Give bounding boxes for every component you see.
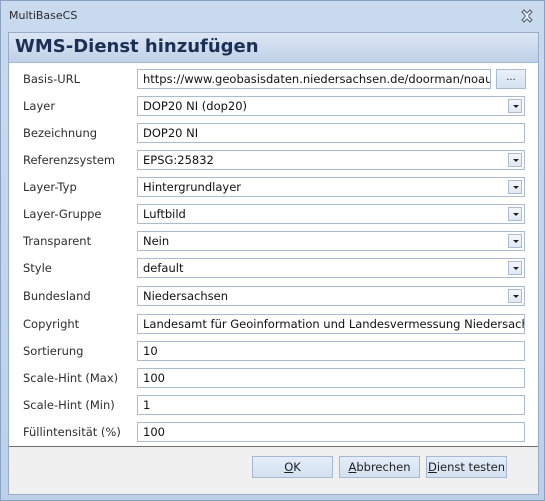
scale-max-label: Scale-Hint (Max) — [23, 371, 119, 385]
test-service-button[interactable]: Dienst testen — [426, 456, 507, 478]
transparent-value: Nein — [143, 234, 170, 248]
sortierung-input[interactable]: 10 — [137, 341, 525, 361]
row-sortierung: Sortierung 10 — [9, 341, 538, 363]
close-icon — [521, 9, 533, 23]
layer-gruppe-combo[interactable]: Luftbild — [137, 204, 525, 224]
fuellintensitaet-input[interactable]: 100 — [137, 422, 525, 442]
test-mnemonic: D — [427, 460, 437, 474]
row-scale-min: Scale-Hint (Min) 1 — [9, 395, 538, 417]
layer-typ-value: Hintergrundlayer — [143, 180, 241, 194]
referenzsystem-combo[interactable]: EPSG:25832 — [137, 150, 525, 170]
scale-min-label: Scale-Hint (Min) — [23, 398, 115, 412]
browse-url-button[interactable]: ... — [496, 69, 526, 89]
row-transparent: Transparent Nein — [9, 231, 538, 253]
row-fuellintensitaet: Füllintensität (%) 100 — [9, 422, 538, 444]
ok-mnemonic: O — [284, 460, 294, 474]
basis-url-label: Basis-URL — [23, 72, 81, 86]
cancel-label: bbrechen — [356, 460, 411, 474]
scale-min-input[interactable]: 1 — [137, 395, 525, 415]
layer-typ-combo[interactable]: Hintergrundlayer — [137, 177, 525, 197]
copyright-input[interactable]: Landesamt für Geoinformation und Landesv… — [137, 314, 525, 334]
referenzsystem-value: EPSG:25832 — [143, 153, 214, 167]
row-bezeichnung: Bezeichnung DOP20 NI — [9, 123, 538, 145]
chevron-down-icon[interactable] — [508, 99, 522, 113]
row-layer: Layer DOP20 NI (dop20) — [9, 96, 538, 118]
bezeichnung-label: Bezeichnung — [23, 126, 98, 140]
sortierung-label: Sortierung — [23, 344, 84, 358]
close-button[interactable] — [520, 9, 534, 23]
bundesland-combo[interactable]: Niedersachsen — [137, 286, 525, 306]
fuellintensitaet-label: Füllintensität (%) — [23, 425, 121, 439]
test-label: ienst testen — [436, 460, 506, 474]
dialog-header: WMS-Dienst hinzufügen — [9, 33, 538, 63]
row-layer-typ: Layer-Typ Hintergrundlayer — [9, 177, 538, 199]
dialog-window: MultiBaseCS WMS-Dienst hinzufügen Basis-… — [0, 0, 545, 501]
layer-gruppe-value: Luftbild — [143, 207, 186, 221]
chevron-down-icon[interactable] — [508, 289, 522, 303]
row-scale-max: Scale-Hint (Max) 100 — [9, 368, 538, 390]
style-label: Style — [23, 261, 52, 275]
row-copyright: Copyright Landesamt für Geoinformation u… — [9, 314, 538, 336]
chevron-down-icon[interactable] — [508, 180, 522, 194]
basis-url-input[interactable]: https://www.geobasisdaten.niedersachsen.… — [137, 69, 491, 89]
chevron-down-icon[interactable] — [508, 234, 522, 248]
transparent-combo[interactable]: Nein — [137, 231, 525, 251]
bundesland-label: Bundesland — [23, 289, 91, 303]
window-title: MultiBaseCS — [9, 9, 78, 22]
dialog-client: WMS-Dienst hinzufügen Basis-URL https://… — [8, 32, 539, 495]
bezeichnung-input[interactable]: DOP20 NI — [137, 123, 525, 143]
layer-typ-label: Layer-Typ — [23, 180, 77, 194]
cancel-button[interactable]: Abbrechen — [339, 456, 420, 478]
row-style: Style default — [9, 258, 538, 280]
row-bundesland: Bundesland Niedersachsen — [9, 286, 538, 308]
layer-label: Layer — [23, 99, 56, 113]
row-referenzsystem: Referenzsystem EPSG:25832 — [9, 150, 538, 172]
bundesland-value: Niedersachsen — [143, 289, 228, 303]
style-combo[interactable]: default — [137, 258, 525, 278]
chevron-down-icon[interactable] — [508, 153, 522, 167]
ok-label: K — [293, 460, 301, 474]
referenzsystem-label: Referenzsystem — [23, 153, 116, 167]
dialog-footer: OK Abbrechen Dienst testen — [9, 446, 538, 494]
transparent-label: Transparent — [23, 234, 92, 248]
copyright-label: Copyright — [23, 317, 80, 331]
ok-button[interactable]: OK — [252, 456, 333, 478]
chevron-down-icon[interactable] — [508, 207, 522, 221]
row-basis-url: Basis-URL https://www.geobasisdaten.nied… — [9, 69, 538, 91]
chevron-down-icon[interactable] — [508, 261, 522, 275]
style-value: default — [143, 261, 184, 275]
row-layer-gruppe: Layer-Gruppe Luftbild — [9, 204, 538, 226]
layer-combo[interactable]: DOP20 NI (dop20) — [137, 96, 525, 116]
layer-gruppe-label: Layer-Gruppe — [23, 207, 102, 221]
dialog-title: WMS-Dienst hinzufügen — [15, 36, 259, 57]
layer-value: DOP20 NI (dop20) — [143, 99, 248, 113]
scale-max-input[interactable]: 100 — [137, 368, 525, 388]
